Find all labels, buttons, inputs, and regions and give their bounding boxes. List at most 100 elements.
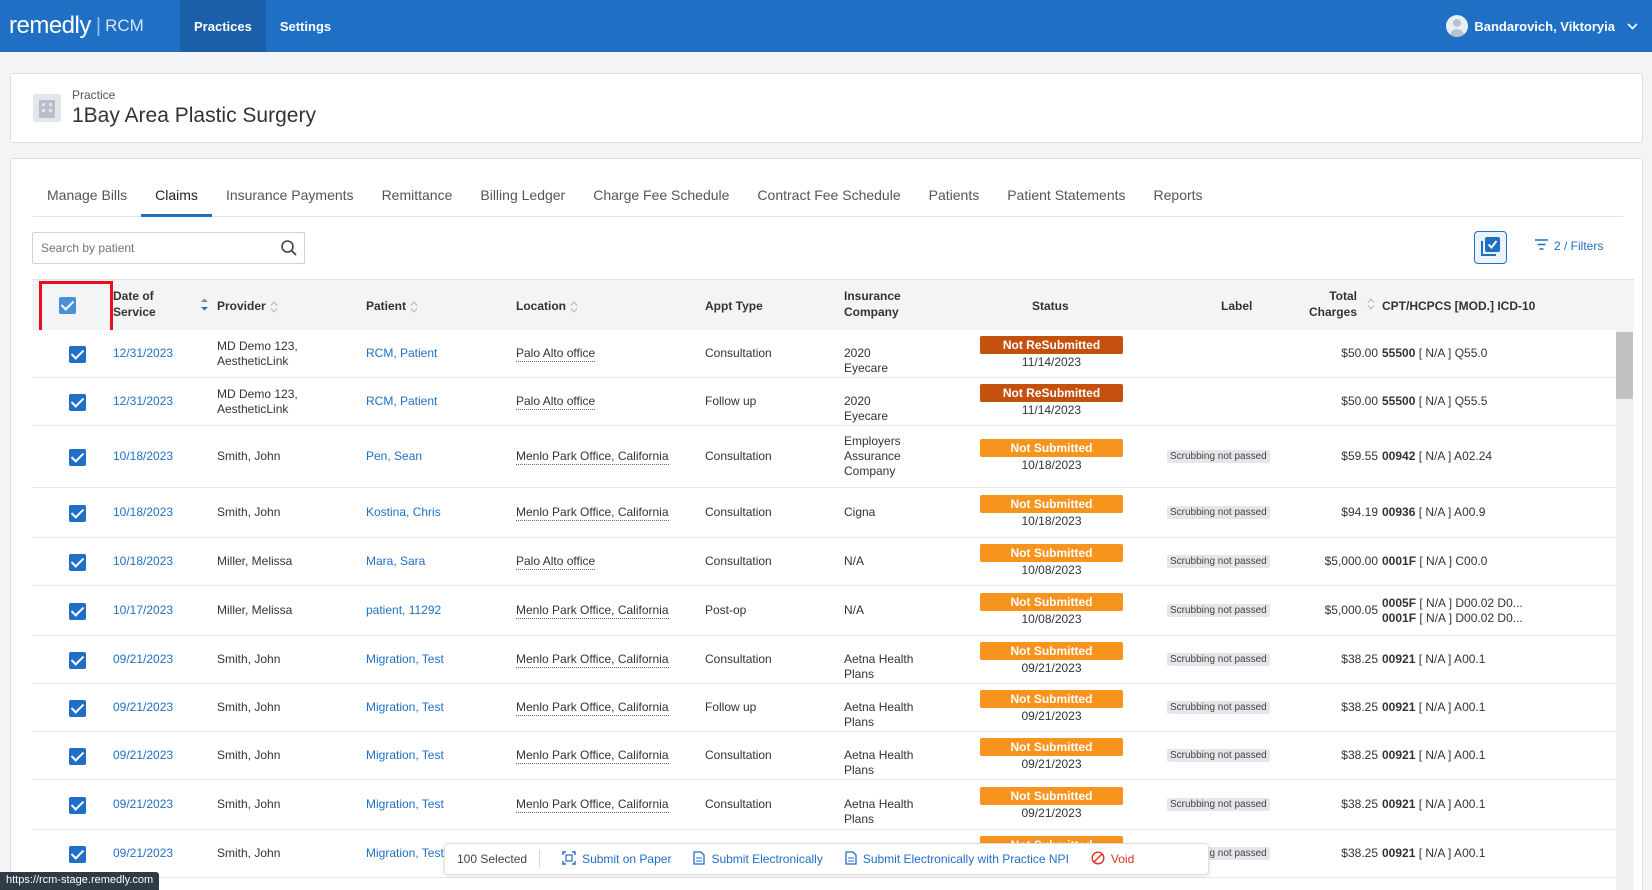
insurance-cell: 2020 Eyecare <box>844 394 889 423</box>
table-row[interactable]: 09/21/2023 Smith, John Migration, Test Menl… <box>32 636 1616 684</box>
void-button[interactable]: Void <box>1091 850 1134 868</box>
label-chip: Scrubbing not passed <box>1167 701 1270 714</box>
header-insurance: Insurance Company <box>844 289 901 319</box>
row-checkbox[interactable] <box>69 346 86 367</box>
table-row[interactable]: 10/18/2023 Smith, John Pen, Sean Menlo Park… <box>32 426 1616 488</box>
date-of-service-link[interactable]: 09/21/2023 <box>113 748 173 763</box>
date-of-service-link[interactable]: 09/21/2023 <box>113 652 173 667</box>
cpt-detail: [ N/A ] A00.9 <box>1415 505 1486 519</box>
submit-on-paper-button[interactable]: Submit on Paper <box>562 850 671 868</box>
nav-settings[interactable]: Settings <box>266 0 345 52</box>
header-date[interactable]: Date of Service <box>113 288 173 320</box>
cpt-detail: [ N/A ] A00.1 <box>1415 652 1486 666</box>
header-location[interactable]: Location <box>516 298 578 314</box>
status-cell: Not Submitted09/21/2023 <box>980 690 1123 724</box>
table-row[interactable]: 09/21/2023 Smith, John Migration, Test Menl… <box>32 780 1616 830</box>
row-checkbox[interactable] <box>69 652 86 673</box>
row-checkbox[interactable] <box>69 797 86 818</box>
tab-patient-statements[interactable]: Patient Statements <box>993 173 1139 217</box>
scrollbar-thumb[interactable] <box>1616 332 1633 399</box>
status-date: 09/21/2023 <box>1021 806 1082 820</box>
tab-contract-fee-schedule[interactable]: Contract Fee Schedule <box>743 173 914 217</box>
row-checkbox[interactable] <box>69 603 86 624</box>
top-navbar: remedly | RCM Practices Settings Bandaro… <box>0 0 1652 52</box>
header-patient[interactable]: Patient <box>366 298 418 314</box>
row-checkbox[interactable] <box>69 505 86 526</box>
patient-link[interactable]: Migration, Test <box>366 748 444 763</box>
header-total-charges[interactable]: Total Charges <box>1307 288 1357 320</box>
table-row[interactable]: 10/18/2023 Smith, John Kostina, Chris Menlo… <box>32 488 1616 538</box>
insurance-cell: 2020 Eyecare <box>844 346 889 375</box>
patient-link[interactable]: Migration, Test <box>366 700 444 715</box>
row-checkbox[interactable] <box>69 394 86 415</box>
label-chip: Scrubbing not passed <box>1167 555 1270 568</box>
status-cell: Not Submitted09/21/2023 <box>980 642 1123 676</box>
row-checkbox[interactable] <box>69 846 86 867</box>
user-menu[interactable]: Bandarovich, Viktoryia <box>1446 0 1638 52</box>
table-row[interactable]: 12/31/2023 MD Demo 123, AestheticLink RCM,… <box>32 378 1616 426</box>
patient-link[interactable]: RCM, Patient <box>366 346 437 361</box>
date-of-service-link[interactable]: 09/21/2023 <box>113 846 173 861</box>
date-of-service-link[interactable]: 10/18/2023 <box>113 449 173 464</box>
logo[interactable]: remedly | RCM <box>0 0 180 52</box>
search-input[interactable] <box>33 233 263 263</box>
submit-electronically-button[interactable]: Submit Electronically <box>693 850 823 868</box>
sort-desc-icon[interactable] <box>200 298 209 311</box>
total-charges-cell: $50.00 <box>1341 394 1378 408</box>
cpt-line: 55500 [ N/A ] Q55.0 <box>1382 346 1487 361</box>
table-row[interactable]: 12/31/2023 MD Demo 123, AestheticLink RCM,… <box>32 330 1616 378</box>
total-charges-cell: $38.25 <box>1341 700 1378 714</box>
nav-practices[interactable]: Practices <box>180 0 266 52</box>
cpt-detail: [ N/A ] A00.1 <box>1415 846 1486 860</box>
header-provider[interactable]: Provider <box>217 298 278 314</box>
date-of-service-link[interactable]: 12/31/2023 <box>113 346 173 361</box>
tab-remittance[interactable]: Remittance <box>368 173 467 217</box>
row-checkbox[interactable] <box>69 554 86 575</box>
cpt-line: 00936 [ N/A ] A00.9 <box>1382 505 1485 520</box>
provider-cell: Miller, Melissa <box>217 603 293 617</box>
table-row[interactable]: 10/17/2023 Miller, Melissa patient, 11292 M… <box>32 586 1616 636</box>
location-cell: Menlo Park Office, California <box>516 797 669 813</box>
tab-manage-bills[interactable]: Manage Bills <box>33 173 141 217</box>
total-charges-cell: $38.25 <box>1341 797 1378 811</box>
row-checkbox[interactable] <box>69 748 86 769</box>
status-badge: Not Submitted <box>980 738 1123 756</box>
date-of-service-link[interactable]: 09/21/2023 <box>113 797 173 812</box>
table-row[interactable]: 09/21/2023 Smith, John Migration, Test Menl… <box>32 684 1616 732</box>
patient-link[interactable]: Kostina, Chris <box>366 505 441 520</box>
tab-patients[interactable]: Patients <box>915 173 994 217</box>
patient-link[interactable]: Migration, Test <box>366 797 444 812</box>
date-of-service-link[interactable]: 10/18/2023 <box>113 505 173 520</box>
select-all-checkbox[interactable] <box>59 297 76 317</box>
tab-insurance-payments[interactable]: Insurance Payments <box>212 173 368 217</box>
table-row[interactable]: 09/21/2023 Smith, John Migration, Test Menl… <box>32 732 1616 780</box>
table-row[interactable]: 10/18/2023 Miller, Melissa Mara, Sara Palo … <box>32 538 1616 586</box>
row-check <box>69 748 86 765</box>
search-icon[interactable] <box>280 239 298 260</box>
row-checkbox[interactable] <box>69 449 86 470</box>
cpt-line: 00921 [ N/A ] A00.1 <box>1382 652 1485 667</box>
patient-link[interactable]: Pen, Sean <box>366 449 422 464</box>
patient-link[interactable]: RCM, Patient <box>366 394 437 409</box>
date-of-service-link[interactable]: 09/21/2023 <box>113 700 173 715</box>
filters-button[interactable]: 2 / Filters <box>1535 239 1603 253</box>
bulk-select-button[interactable] <box>1474 231 1507 264</box>
sort-icon[interactable] <box>1367 298 1375 310</box>
patient-link[interactable]: Migration, Test <box>366 652 444 667</box>
date-of-service-link[interactable]: 12/31/2023 <box>113 394 173 409</box>
document-icon <box>693 850 711 868</box>
cpt-cell: 0005F [ N/A ] D00.02 D0... 0001F [ N/A ] … <box>1382 596 1523 626</box>
patient-link[interactable]: patient, 11292 <box>366 603 441 618</box>
row-check <box>69 603 86 620</box>
date-of-service-link[interactable]: 10/17/2023 <box>113 603 173 618</box>
row-checkbox[interactable] <box>69 700 86 721</box>
table-scrollbar[interactable] <box>1616 330 1633 890</box>
tab-reports[interactable]: Reports <box>1140 173 1217 217</box>
submit-npi-button[interactable]: Submit Electronically with Practice NPI <box>845 850 1069 868</box>
tab-billing-ledger[interactable]: Billing Ledger <box>466 173 579 217</box>
patient-link[interactable]: Migration, Test <box>366 846 444 861</box>
date-of-service-link[interactable]: 10/18/2023 <box>113 554 173 569</box>
tab-charge-fee-schedule[interactable]: Charge Fee Schedule <box>579 173 743 217</box>
tab-claims[interactable]: Claims <box>141 173 212 217</box>
patient-link[interactable]: Mara, Sara <box>366 554 425 569</box>
